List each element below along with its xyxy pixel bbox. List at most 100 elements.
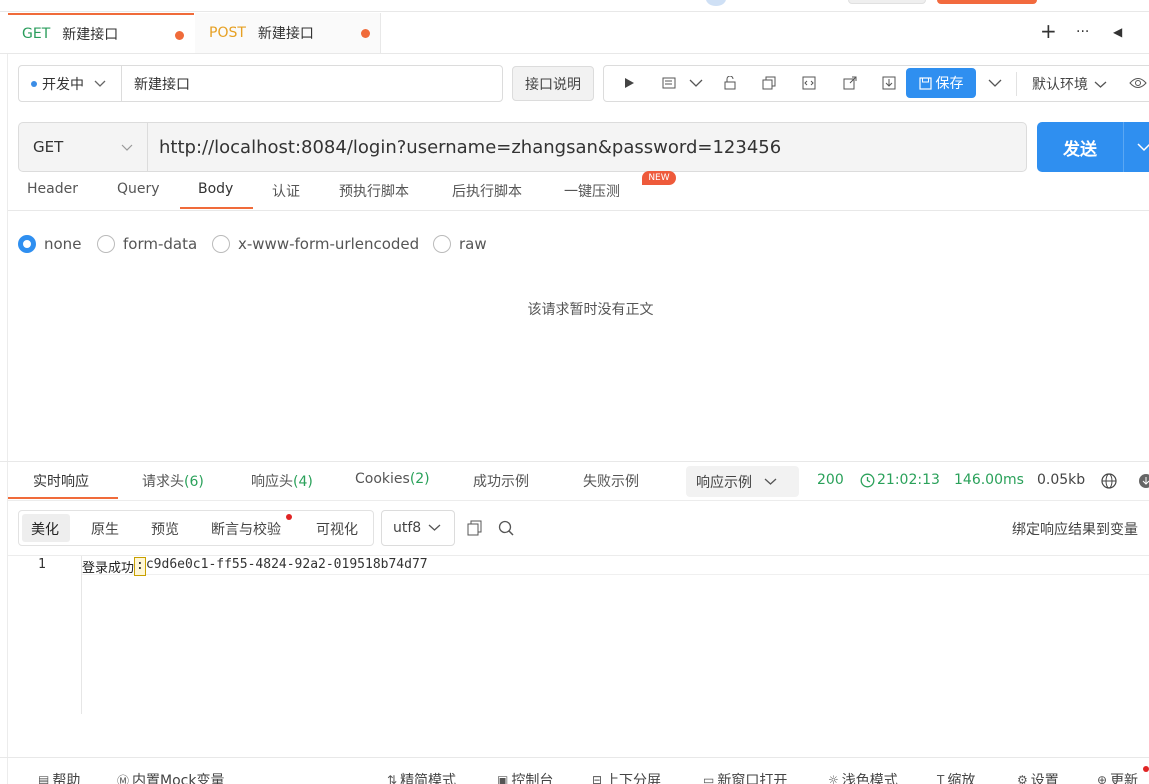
encoding-label: utf8 <box>393 520 422 536</box>
view-beautify[interactable]: 美化 <box>31 519 59 539</box>
time-value: 21:02:13 <box>877 472 940 488</box>
chevron-down-icon <box>764 478 777 485</box>
share-icon[interactable] <box>841 74 859 92</box>
response-size: 0.05kb <box>1037 472 1086 488</box>
tab-body[interactable]: Body <box>198 181 233 197</box>
avatar[interactable] <box>706 0 726 6</box>
top-orange-button[interactable] <box>937 0 1037 4</box>
view-raw[interactable]: 原生 <box>91 519 119 539</box>
unsaved-dot[interactable] <box>361 29 370 38</box>
tab-auth[interactable]: 认证 <box>272 181 300 201</box>
globe-icon[interactable] <box>1101 473 1117 493</box>
url-input[interactable]: http://localhost:8084/login?username=zha… <box>147 122 1027 172</box>
view-assertions[interactable]: 断言与校验 <box>211 519 281 539</box>
footer-help[interactable]: ▤ 帮助 <box>38 770 80 784</box>
tab-post-script[interactable]: 后执行脚本 <box>452 181 522 201</box>
footer-new-window[interactable]: ▭ 新窗口打开 <box>703 770 787 784</box>
save-button[interactable]: 保存 <box>906 68 976 98</box>
environment-select[interactable]: 默认环境 <box>1032 74 1107 94</box>
tab-success-example[interactable]: 成功示例 <box>473 471 529 491</box>
radio-label: x-www-form-urlencoded <box>238 235 420 253</box>
sun-icon: ☼ <box>828 773 839 784</box>
clock-icon <box>860 473 875 487</box>
top-gray-button[interactable] <box>848 0 926 4</box>
save-options-chevron-icon[interactable] <box>986 74 1004 92</box>
code-icon[interactable] <box>800 74 818 92</box>
response-tabs-divider <box>8 500 1149 501</box>
response-example-select[interactable]: 响应示例 <box>686 466 799 497</box>
count-badge: (6) <box>184 474 204 490</box>
view-preview[interactable]: 预览 <box>151 519 179 539</box>
download-icon[interactable] <box>1138 473 1149 493</box>
copy-icon[interactable] <box>467 520 482 540</box>
collapse-icon[interactable]: ◀ <box>1113 25 1122 39</box>
new-badge: NEW <box>642 171 676 185</box>
tab-get-new-api[interactable]: GET 新建接口 <box>8 13 194 53</box>
api-name-value: 新建接口 <box>134 76 190 93</box>
mock-icon: Ⓜ <box>117 773 130 784</box>
chevron-down-icon <box>121 144 133 151</box>
footer-label: 内置Mock变量 <box>132 773 225 784</box>
add-tab-icon[interactable]: + <box>1040 19 1057 43</box>
radio-form-data[interactable]: form-data <box>97 235 197 253</box>
search-icon[interactable] <box>498 520 514 540</box>
footer-zoom[interactable]: T 缩放 <box>937 770 975 784</box>
api-name-input[interactable]: 新建接口 <box>121 65 503 102</box>
tab-method: GET <box>22 26 51 42</box>
api-doc-button[interactable]: 接口说明 <box>512 66 594 101</box>
eye-icon[interactable] <box>1128 74 1148 92</box>
empty-body-note: 该请求暂时没有正文 <box>527 302 654 318</box>
radio-label: raw <box>459 235 487 253</box>
copy-icon[interactable] <box>760 74 778 92</box>
tab-post-new-api[interactable]: POST 新建接口 <box>195 13 381 53</box>
tab-header[interactable]: Header <box>27 181 78 197</box>
tab-cookies[interactable]: Cookies(2) <box>355 471 430 487</box>
response-divider <box>0 461 1149 462</box>
footer-settings[interactable]: ⚙ 设置 <box>1017 770 1059 784</box>
footer-label: 设置 <box>1030 773 1059 784</box>
unlock-icon[interactable] <box>721 74 739 92</box>
tab-query[interactable]: Query <box>117 181 160 197</box>
send-options-chevron-icon[interactable] <box>1123 122 1149 172</box>
request-tabs-divider <box>8 210 1149 211</box>
send-button[interactable]: 发送 <box>1037 122 1123 172</box>
footer-label: 上下分屏 <box>605 773 662 784</box>
method-select[interactable]: GET <box>18 122 148 172</box>
footer-light-mode[interactable]: ☼ 浅色模式 <box>828 770 898 784</box>
select-label: 响应示例 <box>696 474 752 491</box>
import-icon[interactable] <box>880 74 898 92</box>
tab-request-headers[interactable]: 请求头(6) <box>142 471 204 491</box>
gutter-divider <box>81 556 82 714</box>
tab-response-headers[interactable]: 响应头(4) <box>251 471 313 491</box>
chevron-down-icon <box>94 80 106 87</box>
status-select[interactable]: 开发中 <box>18 65 122 102</box>
bind-response-to-variable[interactable]: 绑定响应结果到变量 <box>1012 519 1138 539</box>
view-visualize[interactable]: 可视化 <box>316 519 358 539</box>
footer-update[interactable]: ⊕ 更新 <box>1097 770 1138 784</box>
tab-load-test[interactable]: 一键压测 <box>564 181 620 201</box>
radio-none[interactable]: none <box>18 235 81 253</box>
tab-fail-example[interactable]: 失败示例 <box>583 471 639 491</box>
footer-console[interactable]: ▣ 控制台 <box>497 770 553 784</box>
run-icon[interactable] <box>620 74 638 92</box>
radio-x-www-form-urlencoded[interactable]: x-www-form-urlencoded <box>212 235 419 253</box>
radio-raw[interactable]: raw <box>433 235 487 253</box>
more-icon[interactable]: ··· <box>1076 24 1089 40</box>
list-icon[interactable] <box>660 74 678 92</box>
footer-split[interactable]: ⊟ 上下分屏 <box>592 770 661 784</box>
notification-dot <box>286 514 292 520</box>
unsaved-dot[interactable] <box>175 31 184 40</box>
tab-realtime-response[interactable]: 实时响应 <box>33 471 89 491</box>
footer-mock-vars[interactable]: Ⓜ 内置Mock变量 <box>117 770 224 784</box>
tab-pre-script[interactable]: 预执行脚本 <box>339 181 409 201</box>
response-body-line[interactable]: 登录成功 : c9d6e0c1-ff55-4824-92a2-019518b74… <box>82 557 428 576</box>
footer-compact-mode[interactable]: ⇅ 精简模式 <box>387 770 456 784</box>
footer-label: 控制台 <box>511 773 554 784</box>
tab-method: POST <box>209 25 246 41</box>
window-icon: ▭ <box>703 773 715 784</box>
toolbar-divider <box>1016 72 1017 96</box>
footer-label: 帮助 <box>52 773 81 784</box>
encoding-select[interactable]: utf8 <box>381 510 455 546</box>
chevron-down-icon[interactable] <box>687 74 705 92</box>
update-icon: ⊕ <box>1097 773 1108 784</box>
